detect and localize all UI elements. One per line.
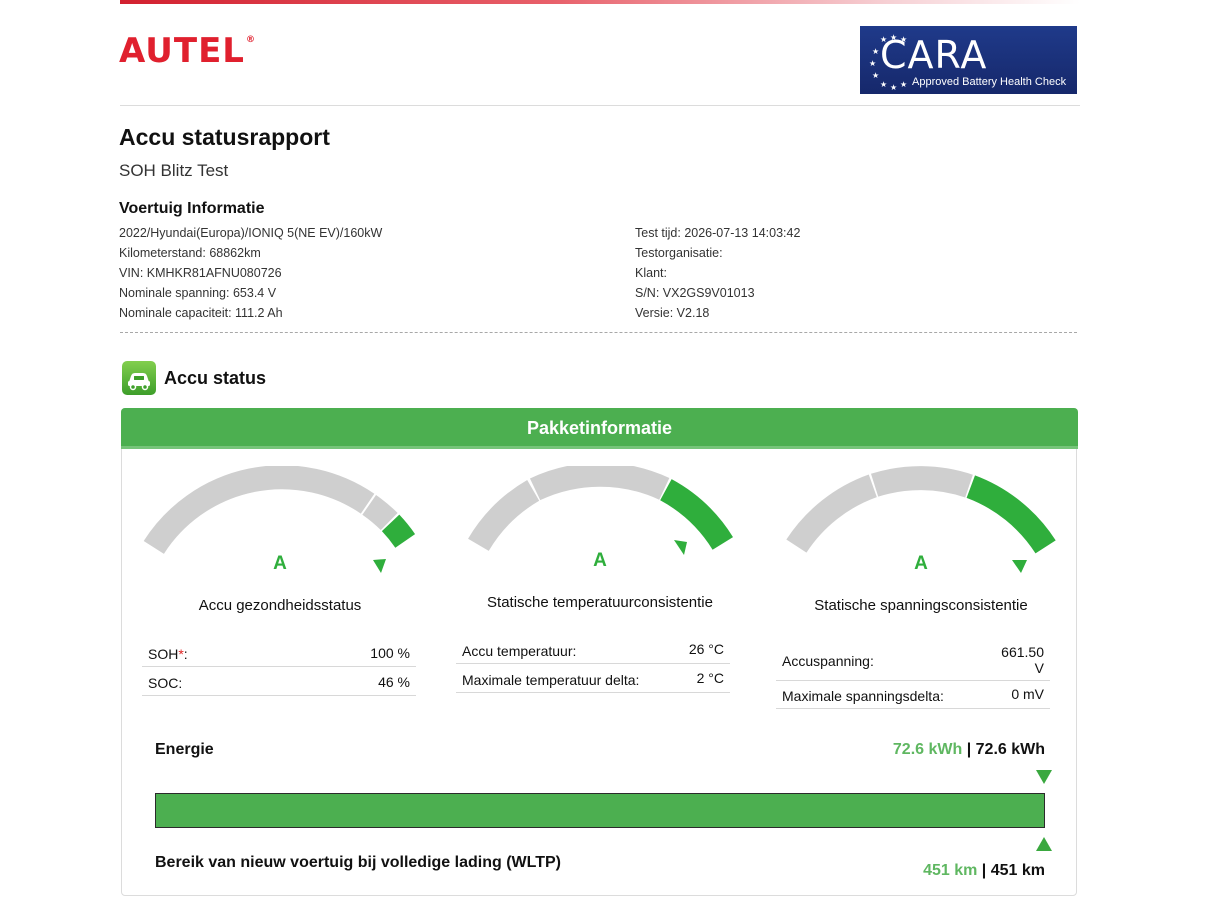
vehicle-mileage: Kilometerstand: 68862km [119,246,261,260]
temperature-gauge-label: Statische temperatuurconsistentie [487,594,713,611]
energy-value: 72.6 kWh | 72.6 kWh [893,741,1045,759]
header-divider [120,105,1080,106]
vehicle-info-left: 2022/Hyundai(Europa)/IONIQ 5(NE EV)/160k… [119,223,382,323]
vehicle-model: 2022/Hyundai(Europa)/IONIQ 5(NE EV)/160k… [119,226,383,240]
vehicle-nominal-capacity: Nominale capaciteit: 111.2 Ah [119,306,283,320]
table-row: SOC: 46 % [142,667,416,696]
section-title: Accu status [164,368,267,388]
cara-badge: ★ ★ ★ ★ ★ ★ ★ ★ ★ CARA Approved Battery … [860,26,1077,94]
svg-text:★: ★ [880,80,887,89]
battery-car-icon [122,361,156,395]
max-voltage-delta-key: Maximale spanningsdelta: [782,688,944,704]
battery-voltage-value: 661.50 V [1001,644,1044,676]
range-nominal: 451 km [990,862,1045,879]
health-gauge-label: Accu gezondheidsstatus [198,597,362,614]
soc-key: SOC: [148,675,183,691]
max-temperature-delta-key: Maximale temperatuur delta: [462,672,640,688]
report-title: Accu statusrapport [119,124,330,150]
report-subtitle: SOH Blitz Test [119,161,229,180]
energy-nominal: 72.6 kWh [975,741,1045,758]
voltage-grade: A [914,553,928,574]
test-time: Test tijd: 2026-07-13 14:03:42 [635,226,801,240]
battery-temperature-value: 26 °C [688,641,724,657]
brand-name: AUTEL [119,31,245,71]
registered-mark: ® [245,35,256,45]
range-separator: | [981,862,987,879]
table-row: Accuspanning: 661.50 V [776,637,1050,681]
table-row: Accu temperatuur: 26 °C [456,634,730,664]
energy-current: 72.6 kWh [892,741,963,758]
energy-label: Energie [155,741,214,758]
health-grade: A [273,553,287,574]
soc-value: 46 % [378,674,410,690]
svg-text:★: ★ [890,83,897,92]
table-row: Maximale temperatuur delta: 2 °C [456,664,730,693]
range-marker-icon [1036,837,1052,851]
soh-value: 100 % [370,645,410,661]
health-table: SOH*: 100 % SOC: 46 % [142,638,416,698]
battery-temperature-key: Accu temperatuur: [462,643,577,659]
voltage-table: Accuspanning: 661.50 V Maximale spannings… [776,637,1050,709]
max-voltage-delta-value: 0 mV [1011,686,1044,702]
top-accent-line [120,0,1080,4]
svg-text:★: ★ [900,80,907,89]
health-gauge-pointer [373,559,386,573]
voltage-gauge-label: Statische spanningsconsistentie [814,597,1028,614]
range-label: Bereik van nieuw voertuig bij volledige … [155,854,561,871]
temperature-gauge-pointer [674,540,687,555]
cara-subtitle: Approved Battery Health Check [912,76,1067,88]
autel-logo: AUTEL® [119,34,256,68]
temperature-table: Accu temperatuur: 26 °C Maximale tempera… [456,634,730,694]
vehicle-vin: VIN: KMHKR81AFNU080726 [119,266,282,280]
svg-text:★: ★ [872,47,879,56]
vehicle-nominal-voltage: Nominale spanning: 653.4 V [119,286,277,300]
cara-title: CARA [880,33,988,77]
battery-voltage-key: Accuspanning: [782,653,874,669]
serial-number: S/N: VX2GS9V01013 [635,286,755,300]
table-row: SOH*: 100 % [142,638,416,667]
temperature-grade: A [593,550,607,571]
test-organisation: Testorganisatie: [635,246,723,260]
vehicle-info-right: Test tijd: 2026-07-13 14:03:42 Testorgan… [635,223,800,323]
software-version: Versie: V2.18 [635,306,710,320]
table-row: Maximale spanningsdelta: 0 mV [776,681,1050,709]
soh-key: SOH*: [148,646,188,662]
energy-separator: | [966,741,972,758]
panel-title: Pakketinformatie [121,408,1078,448]
svg-text:★: ★ [869,59,876,68]
energy-marker-icon [1036,770,1052,784]
range-current: 451 km [923,862,978,879]
svg-text:★: ★ [872,71,879,80]
range-value: 451 km | 451 km [923,862,1045,880]
max-temperature-delta-value: 2 °C [696,670,724,686]
energy-bar [155,793,1045,828]
panel-header-underline [121,446,1078,449]
voltage-gauge-pointer [1012,560,1027,573]
customer: Klant: [635,266,667,280]
section-divider [120,332,1077,333]
vehicle-info-heading: Voertuig Informatie [119,200,265,217]
